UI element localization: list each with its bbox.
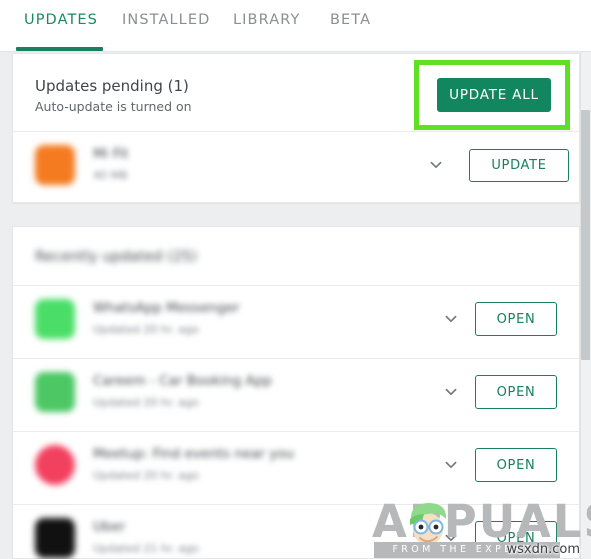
- row-divider: [13, 504, 579, 505]
- app-info: Meetup: Find events near you Updated 20 …: [93, 446, 294, 483]
- chevron-down-icon[interactable]: [443, 457, 459, 473]
- row-divider: [13, 131, 579, 132]
- app-size: 40 MB: [93, 169, 128, 182]
- pending-title: Updates pending (1): [35, 77, 189, 95]
- update-all-button[interactable]: UPDATE ALL: [437, 78, 551, 112]
- app-info: Mi Fit 40 MB: [93, 146, 129, 183]
- tab-beta[interactable]: BETA: [330, 12, 371, 28]
- update-button[interactable]: UPDATE: [469, 149, 569, 182]
- app-row[interactable]: Meetup: Find events near you Updated 20 …: [13, 431, 579, 499]
- tab-bar: UPDATES INSTALLED LIBRARY BETA: [0, 0, 591, 52]
- app-row[interactable]: Uber Updated 21 hr. ago OPEN: [13, 504, 579, 559]
- app-info: Careem - Car Booking App Updated 20 hr. …: [93, 373, 272, 410]
- open-button[interactable]: OPEN: [475, 375, 557, 409]
- tab-library[interactable]: LIBRARY: [233, 12, 300, 28]
- app-info: Uber Updated 21 hr. ago: [93, 519, 199, 556]
- auto-update-status: Auto-update is turned on: [35, 99, 192, 114]
- app-updated-time: Updated 21 hr. ago: [93, 542, 199, 555]
- app-row[interactable]: Mi Fit 40 MB UPDATE: [13, 131, 579, 199]
- app-icon: [35, 299, 75, 339]
- chevron-down-icon[interactable]: [443, 311, 459, 327]
- app-row[interactable]: Careem - Car Booking App Updated 20 hr. …: [13, 358, 579, 426]
- row-divider: [13, 358, 579, 359]
- app-icon: [35, 372, 75, 412]
- app-updated-time: Updated 20 hr. ago: [93, 469, 199, 482]
- chevron-down-icon[interactable]: [443, 384, 459, 400]
- recently-updated-card: Recently updated (25) WhatsApp Messenger…: [12, 226, 580, 559]
- app-updated-time: Updated 20 hr. ago: [93, 396, 199, 409]
- recently-updated-title: Recently updated (25): [35, 249, 197, 265]
- tab-installed[interactable]: INSTALLED: [122, 12, 210, 28]
- app-updated-time: Updated 20 hr. ago: [93, 323, 199, 336]
- pending-header: Updates pending (1) Auto-update is turne…: [35, 76, 192, 116]
- play-store-screen: UPDATES INSTALLED LIBRARY BETA Updates p…: [0, 0, 591, 559]
- app-name: Mi Fit: [93, 146, 129, 162]
- left-gutter: [0, 52, 12, 559]
- app-name: WhatsApp Messenger: [93, 300, 240, 316]
- app-icon: [35, 518, 75, 558]
- app-name: Uber: [93, 519, 126, 535]
- chevron-down-icon[interactable]: [443, 530, 459, 546]
- vertical-scrollbar[interactable]: [580, 52, 591, 559]
- app-name: Meetup: Find events near you: [93, 446, 295, 462]
- app-name: Careem - Car Booking App: [93, 373, 272, 389]
- app-row[interactable]: WhatsApp Messenger Updated 20 hr. ago OP…: [13, 285, 579, 353]
- chevron-down-icon[interactable]: [428, 157, 444, 173]
- app-info: WhatsApp Messenger Updated 20 hr. ago: [93, 300, 239, 337]
- row-divider: [13, 431, 579, 432]
- app-icon: [35, 145, 75, 185]
- scrollbar-thumb[interactable]: [581, 110, 590, 360]
- tab-updates[interactable]: UPDATES: [24, 12, 98, 28]
- active-tab-indicator: [16, 47, 103, 51]
- open-button[interactable]: OPEN: [475, 448, 557, 482]
- open-button[interactable]: OPEN: [475, 302, 557, 336]
- open-button[interactable]: OPEN: [475, 521, 557, 555]
- app-icon: [35, 445, 75, 485]
- row-divider: [13, 285, 579, 286]
